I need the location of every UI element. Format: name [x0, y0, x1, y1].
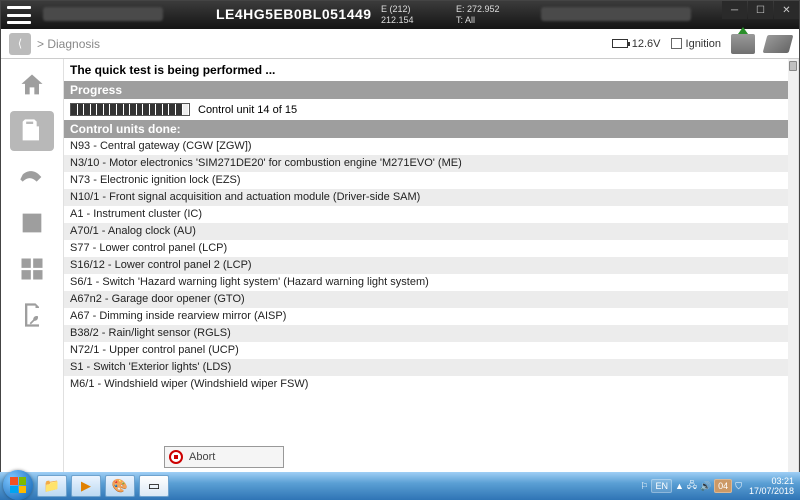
engine-info: E: 272.952 T: All: [456, 4, 500, 26]
progress-bar: [70, 103, 190, 116]
control-unit-row[interactable]: A67n2 - Garage door opener (GTO): [64, 291, 798, 308]
control-unit-row[interactable]: N73 - Electronic ignition lock (EZS): [64, 172, 798, 189]
control-unit-row[interactable]: B38/2 - Rain/light sensor (RGLS): [64, 325, 798, 342]
titlebar: LE4HG5EB0BL051449 E (212) 212.154 E: 272…: [1, 1, 799, 29]
back-chip-icon[interactable]: ⟨: [9, 33, 31, 55]
control-unit-row[interactable]: S77 - Lower control panel (LCP): [64, 240, 798, 257]
progress-label: Control unit 14 of 15: [198, 104, 297, 116]
control-unit-list: N93 - Central gateway (CGW [ZGW])N3/10 -…: [64, 138, 798, 472]
progress-row: Control unit 14 of 15: [64, 99, 798, 120]
task-paint-icon[interactable]: 🎨: [105, 475, 135, 497]
manual-book-icon[interactable]: [763, 35, 794, 53]
content-area: The quick test is being performed ... Pr…: [1, 59, 799, 472]
redacted-region: [43, 7, 163, 21]
scrollbar-thumb[interactable]: [789, 61, 797, 71]
side-rail: [1, 59, 63, 472]
tray-network-icon[interactable]: 🖧: [687, 478, 697, 494]
vin-label: LE4HG5EB0BL051449: [216, 6, 372, 22]
export-printer-icon[interactable]: [731, 34, 755, 54]
control-unit-row[interactable]: S6/1 - Switch 'Hazard warning light syst…: [64, 274, 798, 291]
control-unit-row[interactable]: A1 - Instrument cluster (IC): [64, 206, 798, 223]
system-tray: ⚐ EN ▲ 🖧 🔊 04 ⛉ 03:21 17/07/2018: [640, 472, 800, 500]
breadcrumb-bar: ⟨ > Diagnosis 12.6V Ignition: [1, 29, 799, 59]
rail-diagnosis-icon[interactable]: [10, 111, 54, 151]
breadcrumb: > Diagnosis: [37, 37, 100, 51]
main-panel: The quick test is being performed ... Pr…: [63, 59, 799, 472]
control-unit-row[interactable]: A67 - Dimming inside rearview mirror (AI…: [64, 308, 798, 325]
status-title: The quick test is being performed ...: [64, 59, 798, 81]
control-unit-row[interactable]: S1 - Switch 'Exterior lights' (LDS): [64, 359, 798, 376]
app-window: LE4HG5EB0BL051449 E (212) 212.154 E: 272…: [0, 0, 800, 473]
tray-badge[interactable]: 04: [714, 479, 732, 493]
rail-list-icon[interactable]: [10, 203, 54, 243]
control-unit-row[interactable]: N72/1 - Upper control panel (UCP): [64, 342, 798, 359]
control-unit-row[interactable]: N10/1 - Front signal acquisition and act…: [64, 189, 798, 206]
windows-taskbar: 📁 ▶ 🎨 ▭ ⚐ EN ▲ 🖧 🔊 04 ⛉ 03:21 17/07/2018: [0, 472, 800, 500]
tray-language[interactable]: EN: [651, 479, 672, 493]
engine-line2: T: All: [456, 15, 500, 26]
ignition-checkbox[interactable]: Ignition: [671, 38, 721, 50]
close-button[interactable]: ✕: [774, 1, 799, 19]
task-explorer-icon[interactable]: 📁: [37, 475, 67, 497]
start-button[interactable]: [3, 470, 33, 500]
progress-header: Progress: [64, 81, 798, 99]
battery-voltage: 12.6V: [612, 38, 661, 50]
tray-volume-icon[interactable]: 🔊: [700, 481, 711, 492]
control-unit-row[interactable]: S16/12 - Lower control panel 2 (LCP): [64, 257, 798, 274]
stop-icon: [169, 450, 183, 464]
rail-doc-wrench-icon[interactable]: [10, 295, 54, 335]
rail-home-icon[interactable]: [10, 65, 54, 105]
rail-help-icon[interactable]: [10, 157, 54, 197]
checkbox-box-icon: [671, 38, 682, 49]
scrollbar-track[interactable]: [788, 59, 798, 472]
task-media-icon[interactable]: ▶: [71, 475, 101, 497]
window-controls: ─ ☐ ✕: [721, 1, 799, 19]
redacted-region: [541, 7, 691, 21]
clock-date: 17/07/2018: [749, 486, 794, 496]
clock-time: 03:21: [749, 476, 794, 486]
maximize-button[interactable]: ☐: [748, 1, 773, 19]
windows-logo-icon: [10, 477, 26, 493]
task-app-icon[interactable]: ▭: [139, 475, 169, 497]
control-unit-row[interactable]: N3/10 - Motor electronics 'SIM271DE20' f…: [64, 155, 798, 172]
control-unit-row[interactable]: A70/1 - Analog clock (AU): [64, 223, 798, 240]
voltage-value: 12.6V: [632, 38, 661, 50]
hamburger-menu-icon[interactable]: [7, 6, 31, 24]
abort-label: Abort: [189, 451, 215, 463]
tray-flag-icon[interactable]: ⚐: [640, 481, 648, 492]
minimize-button[interactable]: ─: [722, 1, 747, 19]
control-unit-row[interactable]: M6/1 - Windshield wiper (Windshield wipe…: [64, 376, 798, 393]
model-line2: 212.154: [381, 15, 414, 26]
ignition-label: Ignition: [686, 38, 721, 50]
rail-grid-icon[interactable]: [10, 249, 54, 289]
control-unit-row[interactable]: N93 - Central gateway (CGW [ZGW]): [64, 138, 798, 155]
abort-button[interactable]: Abort: [164, 446, 284, 468]
done-header: Control units done:: [64, 120, 798, 138]
tray-shield-icon[interactable]: ⛉: [735, 481, 742, 492]
engine-line1: E: 272.952: [456, 4, 500, 15]
battery-icon: [612, 39, 628, 48]
model-line1: E (212): [381, 4, 414, 15]
tray-wifi-icon[interactable]: ▲: [675, 481, 684, 491]
tray-clock[interactable]: 03:21 17/07/2018: [749, 476, 794, 496]
model-info: E (212) 212.154: [381, 4, 414, 26]
